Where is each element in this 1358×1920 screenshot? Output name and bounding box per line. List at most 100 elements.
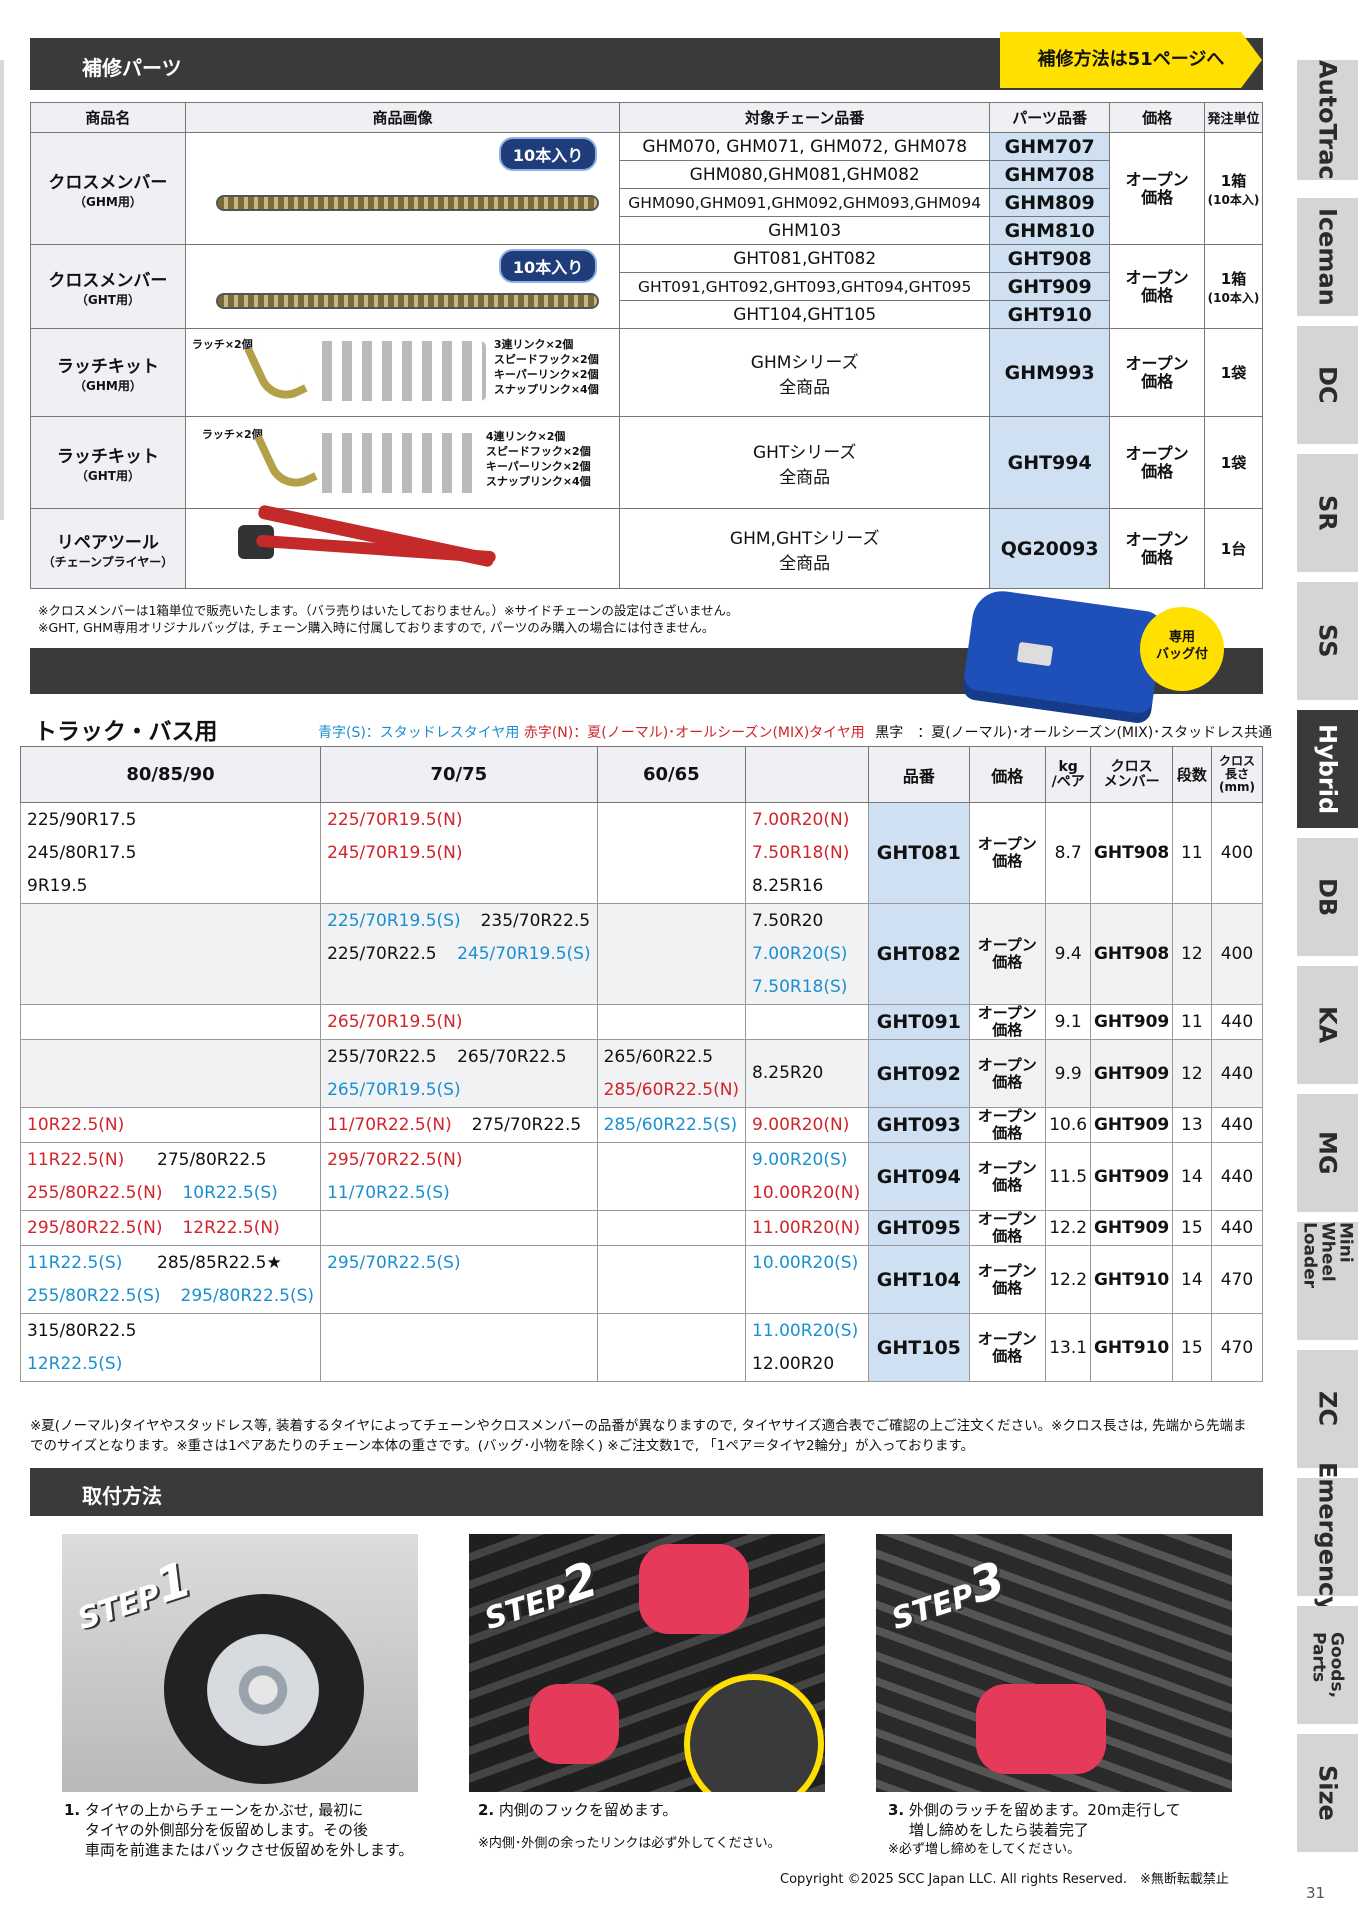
tab-mg[interactable]: MG (1297, 1094, 1358, 1212)
repair-notes: ※クロスメンバーは1箱単位で販売いたします。（バラ売りはいたしておりません。）※… (38, 602, 739, 636)
tire-size-cell: 8.25R20 (745, 1039, 870, 1108)
tire-size-cell: 11R22.5(S) 285/85R22.5★ 255/80R22.5(S) 295/… (19, 1245, 322, 1314)
tab-mini-wheel-loader[interactable]: Mini Wheel Loader (1297, 1222, 1358, 1340)
tab-sr[interactable]: SR (1297, 454, 1358, 572)
step-count: 15 (1171, 1313, 1212, 1382)
tab-dc[interactable]: DC (1297, 326, 1358, 444)
legend-red: 赤字(N)：夏(ノーマル)･オールシーズン(MIX)タイヤ用 (523, 725, 865, 741)
tire-size: 7.50R18(N) (752, 842, 850, 863)
wheel-rim (207, 1634, 319, 1746)
table-row: 10R22.5(N) 11/70R22.5(N) 275/70R22.5 285/60… (19, 1107, 1264, 1143)
tire-size: 8.25R20 (752, 1063, 824, 1083)
col-header: kg /ペア (1044, 746, 1092, 803)
order-unit: 1箱 (10本入) (1204, 244, 1263, 329)
part-number: GHT908 (989, 244, 1111, 273)
product-code: GHT091 (868, 1004, 970, 1040)
latch-kit-image: ラッチ×2個 3連リンク×2個 スピードフック×2個 キーパーリンク×2個 スナ… (184, 328, 621, 417)
page-number: 31 (1306, 1884, 1326, 1902)
tab-autotrac[interactable]: AutoTrac (1297, 60, 1358, 180)
price: オープン 価格 (1109, 508, 1206, 589)
price: オープン 価格 (968, 1313, 1046, 1382)
tire-size-line: 10.00R20(S) (752, 1247, 862, 1280)
tire-size-line: 285/60R22.5(S) (604, 1109, 739, 1142)
tire-size: 255/80R22.5(S) (27, 1285, 161, 1306)
part-number: GHM809 (989, 188, 1111, 217)
weight-kg: 10.6 (1044, 1107, 1092, 1143)
tab-zc[interactable]: ZC (1297, 1350, 1358, 1468)
tire-size-line: 8.25R16 (752, 870, 862, 903)
tire-size-line: 285/60R22.5(N) (604, 1074, 739, 1107)
tire-size: 9.00R20(N) (752, 1114, 850, 1135)
target-chain: GHTシリーズ 全商品 (619, 416, 991, 509)
product-code: GHT092 (868, 1039, 970, 1108)
tire-size: 275/80R22.5 (157, 1149, 267, 1170)
tab-ss[interactable]: SS (1297, 582, 1358, 700)
tire-size: 7.50R18(S) (752, 976, 848, 997)
tire-size-line: 10.00R20(N) (752, 1177, 862, 1210)
tire-size-line: 295/80R22.5(N) 12R22.5(N) (27, 1212, 314, 1245)
tire-size-cell: 265/70R19.5(N) (320, 1004, 598, 1040)
quantity-badge: 10本入り (498, 137, 598, 171)
tire-size-cell: 255/70R22.5 265/70R22.5 265/70R19.5(S) (320, 1039, 598, 1108)
tire-size: 285/85R22.5★ (157, 1252, 282, 1273)
tire-size: 245/80R17.5 (27, 842, 137, 863)
part-number: GHM810 (989, 216, 1111, 245)
weight-kg: 11.5 (1044, 1142, 1092, 1211)
tab-emergency[interactable]: Emergency (1297, 1462, 1358, 1612)
tire-size-line: 7.00R20(S) (752, 938, 862, 971)
table-row: 315/80R22.5 12R22.5(S) 11.00R20(S) 12.00R20… (19, 1313, 1264, 1382)
cross-member: GHT909 (1090, 1107, 1173, 1143)
target-chain: GHMシリーズ 全商品 (619, 328, 991, 417)
product-code: GHT095 (868, 1210, 970, 1246)
weight-kg: 12.2 (1044, 1245, 1092, 1314)
col-header: 価格 (968, 746, 1046, 803)
weight-kg: 9.9 (1044, 1039, 1092, 1108)
tab-ka[interactable]: KA (1297, 966, 1358, 1084)
tire-size-cell: 9.00R20(S) 10.00R20(N) (745, 1142, 870, 1211)
table-row: 225/90R17.5 245/80R17.5 9R19.5 225/70R19.5(… (19, 802, 1264, 904)
tire-size-cell (745, 1004, 870, 1040)
tire-size-line: 11/70R22.5(S) (327, 1177, 591, 1210)
tire-size-cell: 285/60R22.5(S) (596, 1107, 747, 1143)
tab-goods-parts[interactable]: Goods, Parts (1297, 1606, 1358, 1724)
tab-iceman[interactable]: Iceman (1297, 198, 1358, 316)
cross-member: GHT910 (1090, 1245, 1173, 1314)
price: オープン 価格 (968, 903, 1046, 1005)
step3-photo: STEP3 (876, 1534, 1232, 1792)
tire-size-cell: 7.00R20(N) 7.50R18(N) 8.25R16 (745, 802, 870, 904)
cross-member-image: 10本入り (184, 244, 621, 329)
repair-method-link[interactable]: 補修方法は51ページへ (1000, 32, 1262, 88)
tire-size-cell: 11/70R22.5(N) 275/70R22.5 (320, 1107, 598, 1143)
cross-member-bar (215, 195, 600, 211)
mount-section-header: 取付方法 (30, 1468, 1263, 1516)
copyright: Copyright ©2025 SCC Japan LLC. All right… (780, 1872, 1229, 1887)
left-edge-bar (0, 60, 4, 520)
target-chain: GHM090,GHM091,GHM092,GHM093,GHM094 (619, 188, 991, 217)
tab-size[interactable]: Size (1297, 1734, 1358, 1852)
step-count: 14 (1171, 1142, 1212, 1211)
target-chain: GHT081,GHT082 (619, 244, 991, 273)
tire-size-cell (596, 903, 747, 1005)
tire-size-line: 265/70R19.5(S) (327, 1074, 591, 1107)
tab-db[interactable]: DB (1297, 838, 1358, 956)
product-name-latch-ghm: ラッチキット （GHM用） (30, 328, 186, 417)
tire-size: 10.00R20(S) (752, 1252, 859, 1273)
tire-size-cell: 265/60R22.5 285/60R22.5(N) (596, 1039, 747, 1108)
tire-size-line: 7.50R18(S) (752, 971, 862, 1004)
tire-size: 225/90R17.5 (27, 809, 137, 830)
tab-hybrid[interactable]: Hybrid (1297, 710, 1358, 828)
tire-size: 265/70R19.5(N) (327, 1011, 463, 1032)
latch-hook (254, 421, 318, 497)
tire-size-line: 255/70R22.5 265/70R22.5 (327, 1041, 591, 1074)
tire-size-line: 265/60R22.5 (604, 1041, 739, 1074)
target-chain: GHM070, GHM071, GHM072, GHM078 (619, 132, 991, 161)
tire-size: 11R22.5(N) (27, 1149, 125, 1170)
note-line: ※クロスメンバーは1箱単位で販売いたします。（バラ売りはいたしておりません。）※… (38, 603, 739, 618)
tire-size: 255/70R22.5 (327, 1046, 437, 1067)
col-header: 60/65 (596, 746, 747, 803)
tire-size-line: 225/70R22.5 245/70R19.5(S) (327, 938, 591, 971)
mount-section-title: 取付方法 (82, 1484, 162, 1508)
tire-size-cell: 10.00R20(S) (745, 1245, 870, 1314)
cross-member: GHT908 (1090, 802, 1173, 904)
tire-size: 7.50R20 (752, 910, 824, 931)
